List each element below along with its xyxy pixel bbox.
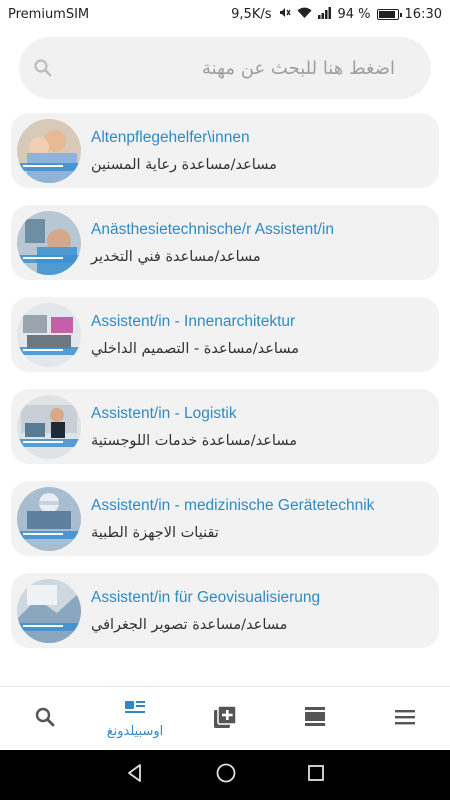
- job-title: Assistent/in für Geovisualisierung: [91, 588, 321, 606]
- network-speed: 9,5K/s: [231, 6, 272, 22]
- nav-menu[interactable]: [360, 687, 450, 751]
- search-input[interactable]: اضغط هنا للبحث عن مهنة: [19, 37, 431, 99]
- home-icon[interactable]: [215, 762, 237, 788]
- signal-icon: [317, 6, 332, 22]
- add-library-icon: [212, 704, 238, 734]
- nav-add[interactable]: [180, 687, 270, 751]
- nav-list[interactable]: [270, 687, 360, 751]
- system-nav-bar: [0, 750, 450, 800]
- id-card-icon: [123, 698, 147, 722]
- view-agenda-icon: [303, 706, 327, 732]
- search-icon: [33, 705, 57, 733]
- list-item[interactable]: Assistent/in für Geovisualisierung مساعد…: [11, 573, 439, 648]
- job-subtitle: مساعد/مساعدة تصوير الجغرافي: [91, 616, 288, 633]
- job-thumbnail: [17, 394, 81, 459]
- job-title: Anästhesietechnische/r Assistent/in: [91, 220, 334, 238]
- mute-icon: [278, 6, 291, 22]
- nav-label-ausbildung: اوسبيلدونغ: [106, 724, 164, 739]
- job-thumbnail: [17, 486, 81, 551]
- bottom-nav: اوسبيلدونغ: [0, 686, 450, 750]
- job-subtitle: مساعد/مساعدة - التصميم الداخلي: [91, 340, 300, 357]
- list-item[interactable]: Assistent/in - medizinische Gerätetechni…: [11, 481, 439, 556]
- wifi-icon: [297, 7, 312, 22]
- job-subtitle: مساعد/مساعدة فني التخدير: [91, 248, 261, 265]
- job-subtitle: تقنيات الاجهزة الطبية: [91, 524, 219, 541]
- search-placeholder: اضغط هنا للبحث عن مهنة: [202, 57, 395, 79]
- job-title: Altenpflegehelfer\innen: [91, 128, 250, 146]
- nav-ausbildung[interactable]: اوسبيلدونغ: [90, 687, 180, 751]
- job-thumbnail: [17, 210, 81, 275]
- job-thumbnail: [17, 118, 81, 183]
- list-item[interactable]: Assistent/in - Logistik مساعد/مساعدة خدم…: [11, 389, 439, 464]
- list-item[interactable]: Assistent/in - Innenarchitektur مساعد/مس…: [11, 297, 439, 372]
- status-bar: PremiumSIM 9,5K/s 94 % 16:30: [0, 0, 450, 28]
- clock: 16:30: [404, 6, 442, 22]
- job-thumbnail: [17, 302, 81, 367]
- battery-percent: 94 %: [337, 6, 371, 22]
- job-subtitle: مساعد/مساعدة خدمات اللوجستية: [91, 432, 298, 449]
- job-title: Assistent/in - Innenarchitektur: [91, 312, 296, 330]
- job-subtitle: مساعد/مساعدة رعاية المسنين: [91, 156, 277, 173]
- job-title: Assistent/in - Logistik: [91, 404, 237, 422]
- job-list: Altenpflegehelfer\innen مساعد/مساعدة رعا…: [11, 113, 439, 665]
- job-thumbnail: [17, 578, 81, 643]
- recents-icon[interactable]: [307, 764, 325, 786]
- list-item[interactable]: Anästhesietechnische/r Assistent/in مساع…: [11, 205, 439, 280]
- search-icon: [31, 56, 55, 80]
- list-item[interactable]: Altenpflegehelfer\innen مساعد/مساعدة رعا…: [11, 113, 439, 188]
- carrier-name: PremiumSIM: [8, 6, 90, 22]
- battery-icon: [376, 8, 402, 20]
- status-indicators: 9,5K/s 94 % 16:30: [231, 6, 442, 22]
- menu-icon: [393, 707, 417, 731]
- job-title: Assistent/in - medizinische Gerätetechni…: [91, 496, 375, 514]
- nav-search[interactable]: [0, 687, 90, 751]
- back-icon[interactable]: [125, 763, 145, 787]
